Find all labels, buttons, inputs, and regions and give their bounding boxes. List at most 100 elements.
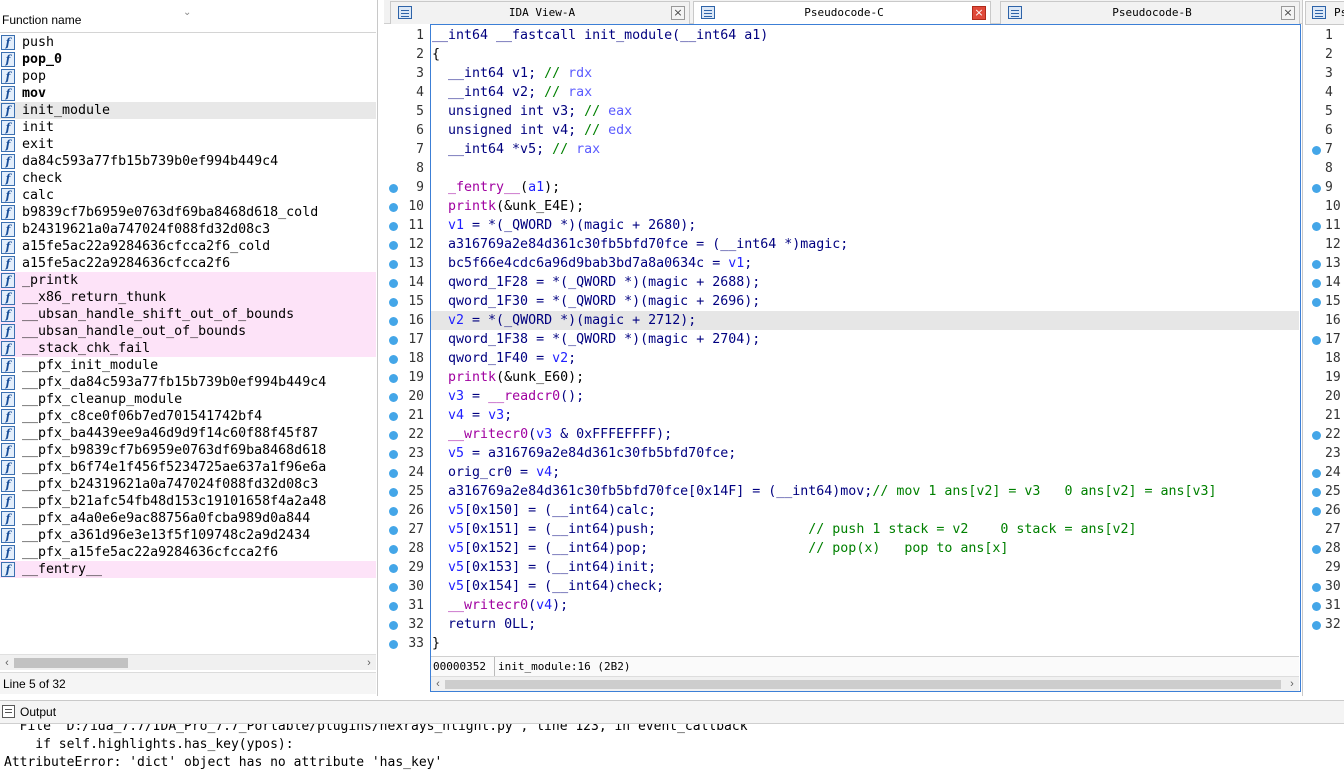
code-line[interactable]: __int64 v1; // rdx	[431, 64, 1299, 83]
gutter-line[interactable]: 7	[382, 140, 430, 159]
gutter-line[interactable]: 26	[382, 501, 430, 520]
gutter-line[interactable]: 13	[382, 254, 430, 273]
function-list-item[interactable]: f __pfx_da84c593a77fb15b739b0ef994b449c4	[0, 374, 376, 391]
gutter-line[interactable]: 8	[382, 159, 430, 178]
gutter-line[interactable]: 1	[382, 26, 430, 45]
breakpoint-dot-icon[interactable]	[389, 526, 398, 535]
breakpoint-dot-icon[interactable]	[1312, 146, 1321, 155]
gutter-line[interactable]: 5	[382, 102, 430, 121]
code-line[interactable]: v1 = *(_QWORD *)(magic + 2680);	[431, 216, 1299, 235]
code-line[interactable]: __int64 *v5; // rax	[431, 140, 1299, 159]
function-list-item[interactable]: f __pfx_cleanup_module	[0, 391, 376, 408]
gutter-line[interactable]: 18	[382, 349, 430, 368]
code-line[interactable]: v2 = *(_QWORD *)(magic + 2712);	[431, 311, 1299, 330]
gutter-line[interactable]: 16	[382, 311, 430, 330]
functions-horizontal-scrollbar[interactable]: ‹ ›	[0, 654, 376, 670]
function-list-item[interactable]: f pop	[0, 68, 376, 85]
gutter-line[interactable]: 22	[382, 425, 430, 444]
gutter-line[interactable]: 26	[1303, 501, 1344, 520]
gutter-line[interactable]: 23	[1303, 444, 1344, 463]
gutter-line[interactable]: 33	[382, 634, 430, 653]
breakpoint-dot-icon[interactable]	[1312, 431, 1321, 440]
gutter-line[interactable]: 27	[1303, 520, 1344, 539]
breakpoint-dot-icon[interactable]	[389, 602, 398, 611]
function-list-item[interactable]: f __pfx_init_module	[0, 357, 376, 374]
breakpoint-dot-icon[interactable]	[1312, 279, 1321, 288]
breakpoint-dot-icon[interactable]	[389, 298, 398, 307]
code-line[interactable]: bc5f66e4cdc6a96d9bab3bd7a8a0634c = v1;	[431, 254, 1299, 273]
gutter-line[interactable]: 6	[1303, 121, 1344, 140]
code-line[interactable]: __int64 v2; // rax	[431, 83, 1299, 102]
gutter-line[interactable]: 11	[382, 216, 430, 235]
breakpoint-dot-icon[interactable]	[1312, 545, 1321, 554]
breakpoint-dot-icon[interactable]	[389, 184, 398, 193]
gutter-line[interactable]: 5	[1303, 102, 1344, 121]
tab-pseudocode-b[interactable]: Pseudocode-B ×	[1000, 1, 1300, 24]
code-line[interactable]: v5[0x154] = (__int64)check;	[431, 577, 1299, 596]
breakpoint-dot-icon[interactable]	[1312, 260, 1321, 269]
function-list-item[interactable]: f __pfx_ba4439ee9a46d9d9f14c60f88f45f87	[0, 425, 376, 442]
function-list-item[interactable]: f __ubsan_handle_out_of_bounds	[0, 323, 376, 340]
function-list-item[interactable]: f mov	[0, 85, 376, 102]
function-list-item[interactable]: f __ubsan_handle_shift_out_of_bounds	[0, 306, 376, 323]
breakpoint-dot-icon[interactable]	[1312, 336, 1321, 345]
gutter-line[interactable]: 15	[1303, 292, 1344, 311]
gutter-line[interactable]: 8	[1303, 159, 1344, 178]
code-line[interactable]: v5 = a316769a2e84d361c30fb5bfd70fce;	[431, 444, 1299, 463]
code-line[interactable]: qword_1F40 = v2;	[431, 349, 1299, 368]
gutter-line[interactable]: 19	[382, 368, 430, 387]
breakpoint-dot-icon[interactable]	[1312, 298, 1321, 307]
code-line[interactable]: _fentry__(a1);	[431, 178, 1299, 197]
code-line[interactable]: }	[431, 634, 1299, 653]
gutter-line[interactable]: 10	[1303, 197, 1344, 216]
function-list-item[interactable]: f init_module	[0, 102, 376, 119]
code-line[interactable]: v5[0x151] = (__int64)push; // push 1 sta…	[431, 520, 1299, 539]
code-line[interactable]: unsigned int v3; // eax	[431, 102, 1299, 121]
gutter-line[interactable]: 2	[1303, 45, 1344, 64]
breakpoint-dot-icon[interactable]	[389, 412, 398, 421]
tab-pseudocode-c[interactable]: Pseudocode-C ×	[693, 1, 991, 25]
pseudocode-line-gutter[interactable]: 1 2 3 4 5 6 7 8 9 10 11 12 13 14 15 16 17 18 19 20 21 22 23 24 2…	[382, 26, 430, 656]
code-line[interactable]: v3 = __readcr0();	[431, 387, 1299, 406]
close-icon[interactable]: ×	[671, 6, 685, 20]
breakpoint-dot-icon[interactable]	[1312, 507, 1321, 516]
function-list-item[interactable]: f __pfx_b6f74e1f456f5234725ae637a1f96e6a	[0, 459, 376, 476]
gutter-line[interactable]: 23	[382, 444, 430, 463]
gutter-line[interactable]: 10	[382, 197, 430, 216]
gutter-line[interactable]: 29	[1303, 558, 1344, 577]
breakpoint-dot-icon[interactable]	[389, 279, 398, 288]
breakpoint-dot-icon[interactable]	[1312, 602, 1321, 611]
scroll-left-arrow-icon[interactable]: ‹	[431, 677, 445, 692]
breakpoint-dot-icon[interactable]	[389, 488, 398, 497]
function-list-item[interactable]: f exit	[0, 136, 376, 153]
breakpoint-dot-icon[interactable]	[389, 222, 398, 231]
gutter-line[interactable]: 30	[382, 577, 430, 596]
gutter-line[interactable]: 9	[382, 178, 430, 197]
function-list-item[interactable]: f __fentry__	[0, 561, 376, 578]
function-list-item[interactable]: f __pfx_b9839cf7b6959e0763df69ba8468d618	[0, 442, 376, 459]
gutter-line[interactable]: 15	[382, 292, 430, 311]
functions-scroll-thumb[interactable]	[14, 658, 128, 668]
breakpoint-dot-icon[interactable]	[389, 393, 398, 402]
function-list-item[interactable]: f b9839cf7b6959e0763df69ba8468d618_cold	[0, 204, 376, 221]
pseudocode-horizontal-scrollbar[interactable]: ‹ ›	[431, 676, 1299, 691]
pseudocode-scroll-thumb[interactable]	[445, 680, 1281, 689]
gutter-line[interactable]: 27	[382, 520, 430, 539]
tab-ida-view-a[interactable]: IDA View-A ×	[390, 1, 690, 24]
function-list-item[interactable]: f a15fe5ac22a9284636cfcca2f6	[0, 255, 376, 272]
breakpoint-dot-icon[interactable]	[389, 203, 398, 212]
gutter-line[interactable]: 7	[1303, 140, 1344, 159]
function-list-item[interactable]: f __stack_chk_fail	[0, 340, 376, 357]
code-line[interactable]: a316769a2e84d361c30fb5bfd70fce[0x14F] = …	[431, 482, 1299, 501]
gutter-line[interactable]: 13	[1303, 254, 1344, 273]
code-line[interactable]: v5[0x150] = (__int64)calc;	[431, 501, 1299, 520]
code-line[interactable]: a316769a2e84d361c30fb5bfd70fce = (__int6…	[431, 235, 1299, 254]
function-list-item[interactable]: f da84c593a77fb15b739b0ef994b449c4	[0, 153, 376, 170]
breakpoint-dot-icon[interactable]	[389, 431, 398, 440]
gutter-line[interactable]: 24	[382, 463, 430, 482]
breakpoint-dot-icon[interactable]	[389, 621, 398, 630]
function-list-item[interactable]: f __pfx_a4a0e6e9ac88756a0fcba989d0a844	[0, 510, 376, 527]
function-list-item[interactable]: f __pfx_a15fe5ac22a9284636cfcca2f6	[0, 544, 376, 561]
breakpoint-dot-icon[interactable]	[389, 450, 398, 459]
code-line[interactable]	[431, 159, 1299, 178]
